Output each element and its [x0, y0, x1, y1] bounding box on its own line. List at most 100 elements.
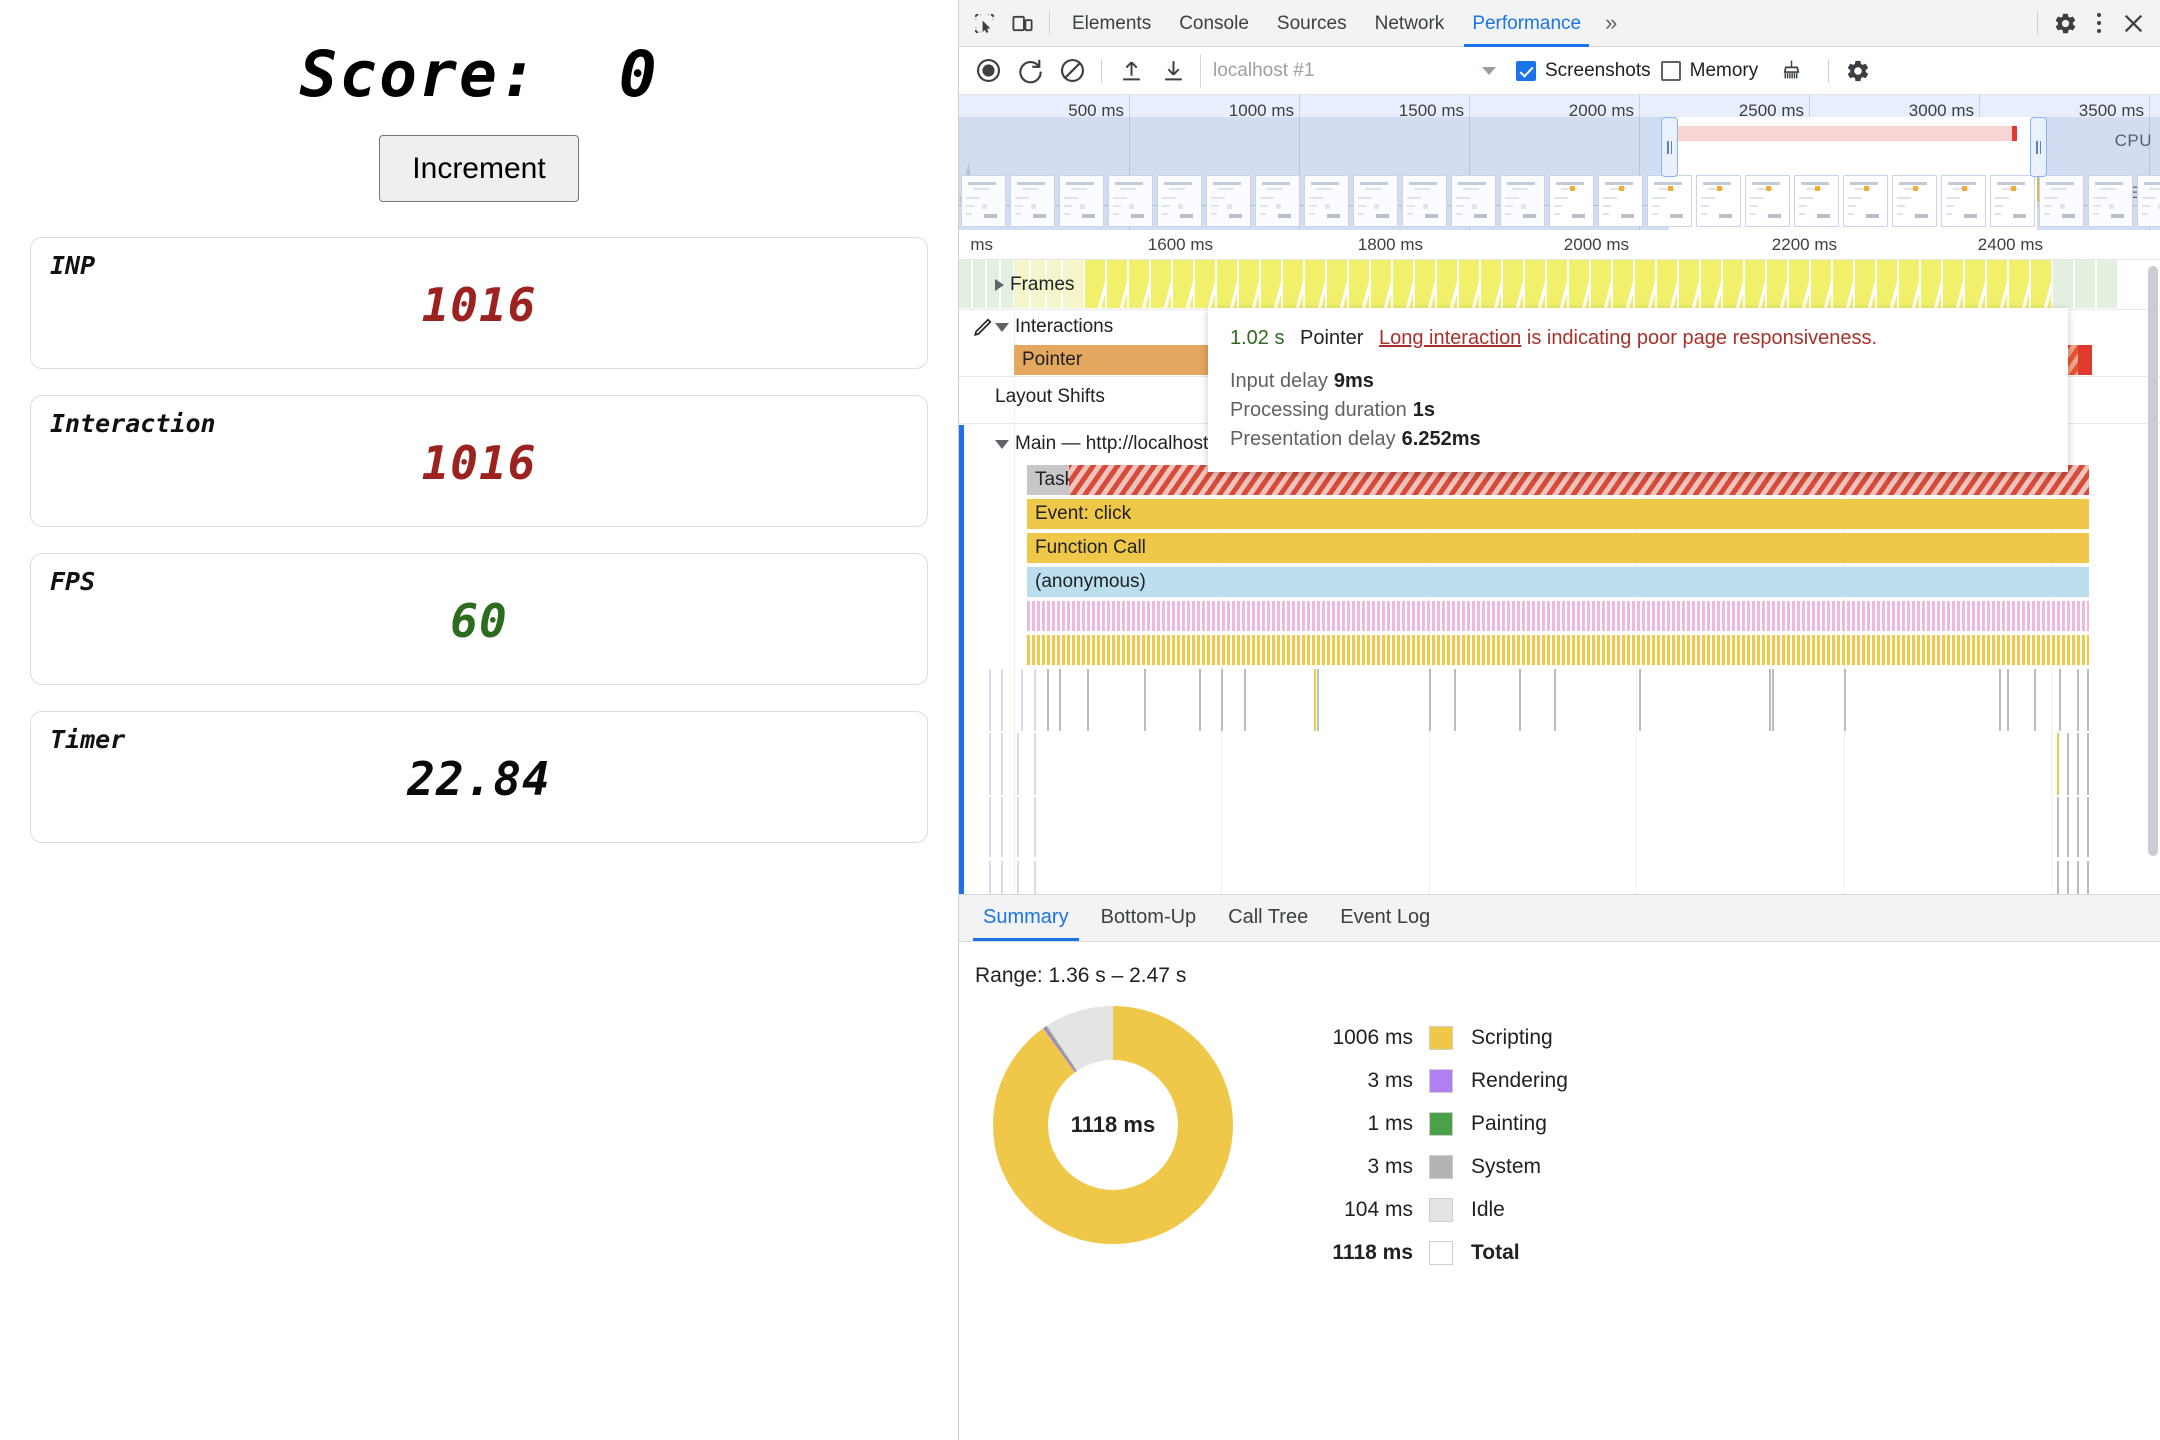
collect-garbage-icon[interactable] — [1770, 50, 1812, 92]
flame-bar-dense-gold[interactable] — [1027, 635, 2089, 665]
filmstrip-thumbnail[interactable] — [1598, 175, 1643, 227]
filmstrip-thumbnail[interactable] — [1206, 175, 1251, 227]
filmstrip-thumbnail[interactable] — [1500, 175, 1545, 227]
activity-donut-chart[interactable]: 1118 ms — [993, 1006, 1233, 1244]
frame-cell[interactable] — [1349, 260, 1369, 308]
track-header-interactions[interactable]: Interactions — [995, 316, 1113, 338]
overview-range-handle-left[interactable] — [1661, 117, 1678, 177]
frame-cell[interactable] — [1437, 260, 1457, 308]
frame-cell[interactable] — [1767, 260, 1787, 308]
frame-cell[interactable] — [1613, 260, 1633, 308]
gear-icon[interactable] — [2046, 4, 2084, 42]
frame-cell[interactable] — [1173, 260, 1193, 308]
filmstrip-thumbnail[interactable] — [1402, 175, 1447, 227]
flame-bar-event-click[interactable]: Event: click — [1027, 499, 2089, 529]
filmstrip-thumbnail[interactable] — [2039, 175, 2084, 227]
flame-bar-task[interactable]: Task — [1027, 465, 1069, 495]
frame-cell[interactable] — [1943, 260, 1963, 308]
interaction-bar-pointer[interactable]: Pointer — [1014, 345, 1209, 375]
filmstrip-thumbnail[interactable] — [961, 175, 1006, 227]
frame-cell[interactable] — [1371, 260, 1391, 308]
more-options-icon[interactable] — [2084, 13, 2114, 33]
frame-cell[interactable] — [1459, 260, 1479, 308]
legend-row[interactable]: 1006 ms Scripting — [1289, 1016, 1568, 1059]
filmstrip-thumbnail[interactable] — [1843, 175, 1888, 227]
filmstrip-thumbnail[interactable] — [1941, 175, 1986, 227]
filmstrip-thumbnail[interactable] — [1059, 175, 1104, 227]
tab-bottom-up[interactable]: Bottom-Up — [1085, 893, 1213, 941]
tab-performance[interactable]: Performance — [1458, 0, 1595, 47]
scrollbar-thumb[interactable] — [2148, 266, 2158, 856]
filmstrip-thumbnail[interactable] — [1451, 175, 1496, 227]
frame-cell[interactable] — [1591, 260, 1611, 308]
legend-row[interactable]: 1 ms Painting — [1289, 1102, 1568, 1145]
legend-row[interactable]: 1118 ms Total — [1289, 1231, 1568, 1274]
filmstrip-thumbnail[interactable] — [1990, 175, 2035, 227]
legend-row[interactable]: 3 ms Rendering — [1289, 1059, 1568, 1102]
frame-cell[interactable] — [1899, 260, 1919, 308]
filmstrip-thumbnail[interactable] — [2088, 175, 2133, 227]
frame-cell[interactable] — [1569, 260, 1589, 308]
frame-cell[interactable] — [2053, 260, 2073, 308]
legend-row[interactable]: 104 ms Idle — [1289, 1188, 1568, 1231]
frame-cell[interactable] — [1987, 260, 2007, 308]
filmstrip-thumbnail[interactable] — [1892, 175, 1937, 227]
filmstrip-thumbnail[interactable] — [1010, 175, 1055, 227]
filmstrip-thumbnail[interactable] — [1108, 175, 1153, 227]
track-header-frames[interactable]: Frames — [995, 274, 1074, 296]
device-toolbar-icon[interactable] — [1003, 4, 1041, 42]
frame-cell[interactable] — [1261, 260, 1281, 308]
filmstrip-thumbnail[interactable] — [1304, 175, 1349, 227]
track-header-main[interactable]: Main — http://localhost:51 — [995, 433, 1235, 455]
filmstrip[interactable] — [959, 172, 2160, 230]
frame-cell[interactable] — [1085, 260, 1105, 308]
filmstrip-thumbnail[interactable] — [2137, 175, 2160, 227]
frame-cell[interactable] — [1393, 260, 1413, 308]
filmstrip-thumbnail[interactable] — [1745, 175, 1790, 227]
more-tabs-icon[interactable]: » — [1595, 10, 1627, 36]
long-interaction-marker[interactable] — [1677, 126, 2017, 141]
filmstrip-thumbnail[interactable] — [1353, 175, 1398, 227]
frame-cell[interactable] — [1283, 260, 1303, 308]
frame-cell[interactable] — [1415, 260, 1435, 308]
flamechart-body[interactable]: Frames Interactions Pointer Layout Shift… — [959, 260, 2160, 894]
frame-cell[interactable] — [2075, 260, 2095, 308]
frame-cell[interactable] — [1327, 260, 1347, 308]
frames-track[interactable] — [959, 260, 2160, 308]
screenshots-checkbox[interactable]: Screenshots — [1516, 60, 1651, 82]
timeline-overview[interactable]: 500 ms 1000 ms 1500 ms 2000 ms 2500 ms 3… — [959, 95, 2160, 230]
frame-cell[interactable] — [1833, 260, 1853, 308]
flame-bar-anonymous[interactable]: (anonymous) — [1027, 567, 2089, 597]
tab-event-log[interactable]: Event Log — [1324, 893, 1446, 941]
frame-cell[interactable] — [1635, 260, 1655, 308]
frame-cell[interactable] — [1701, 260, 1721, 308]
legend-row[interactable]: 3 ms System — [1289, 1145, 1568, 1188]
frame-cell[interactable] — [1151, 260, 1171, 308]
frame-cell[interactable] — [1657, 260, 1677, 308]
frame-cell[interactable] — [1129, 260, 1149, 308]
inspect-element-icon[interactable] — [965, 4, 1003, 42]
tab-summary[interactable]: Summary — [967, 893, 1085, 941]
increment-button[interactable]: Increment — [379, 135, 579, 202]
frame-cell[interactable] — [1855, 260, 1875, 308]
filmstrip-thumbnail[interactable] — [1157, 175, 1202, 227]
clear-recording-icon[interactable] — [1051, 50, 1093, 92]
save-profile-icon[interactable] — [1152, 50, 1194, 92]
frame-cell[interactable] — [1107, 260, 1127, 308]
frame-cell[interactable] — [1965, 260, 1985, 308]
tab-console[interactable]: Console — [1165, 0, 1263, 47]
track-header-layout-shifts[interactable]: Layout Shifts — [995, 386, 1105, 408]
tab-network[interactable]: Network — [1361, 0, 1459, 47]
frame-cell[interactable] — [1481, 260, 1501, 308]
tab-elements[interactable]: Elements — [1058, 0, 1165, 47]
frame-cell[interactable] — [1723, 260, 1743, 308]
record-icon[interactable] — [967, 50, 1009, 92]
flame-bar-dense-pink[interactable] — [1027, 601, 2089, 631]
edit-pencil-icon[interactable] — [972, 316, 994, 338]
overview-range-handle-right[interactable] — [2030, 117, 2047, 177]
filmstrip-thumbnail[interactable] — [1255, 175, 1300, 227]
filmstrip-thumbnail[interactable] — [1794, 175, 1839, 227]
frame-cell[interactable] — [1525, 260, 1545, 308]
filmstrip-thumbnail[interactable] — [1696, 175, 1741, 227]
frame-cell[interactable] — [959, 260, 971, 308]
